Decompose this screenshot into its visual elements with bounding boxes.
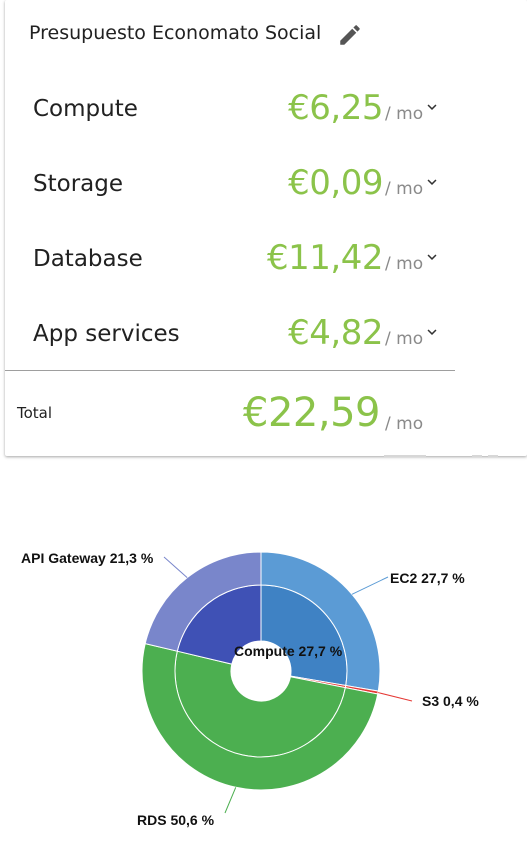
chart-label-rds: RDS 50,6 % <box>137 812 215 828</box>
cost-row-storage[interactable]: Storage €0,09 / mo <box>5 161 455 221</box>
budget-card: Presupuesto Economato Social Compute €6,… <box>5 0 527 456</box>
chart-label-ec2: EC2 27,7 % <box>390 570 465 586</box>
divider <box>488 455 498 457</box>
row-price: €0,09 <box>288 163 383 203</box>
row-price: €11,42 <box>267 238 383 278</box>
total-label: Total <box>17 404 53 422</box>
total-unit: / mo <box>385 414 424 434</box>
divider <box>5 370 455 371</box>
cost-row-database[interactable]: Database €11,42 / mo <box>5 236 455 296</box>
chart-label-api-gateway: API Gateway 21,3 % <box>21 550 154 566</box>
row-label: Compute <box>33 96 138 122</box>
chevron-down-icon[interactable] <box>423 98 441 116</box>
cost-row-compute[interactable]: Compute €6,25 / mo <box>5 86 455 146</box>
row-price: €6,25 <box>288 88 383 128</box>
leader-line-s3 <box>377 692 413 702</box>
chart-label-s3: S3 0,4 % <box>422 693 479 709</box>
pencil-icon[interactable] <box>337 22 363 48</box>
divider <box>472 455 482 457</box>
row-unit: / mo <box>385 104 424 124</box>
cost-row-app-services[interactable]: App services €4,82 / mo <box>5 311 455 371</box>
row-unit: / mo <box>385 329 424 349</box>
chevron-down-icon[interactable] <box>423 323 441 341</box>
row-unit: / mo <box>385 179 424 199</box>
leader-line-api-gateway <box>163 556 188 579</box>
divider <box>384 455 426 457</box>
row-price: €4,82 <box>288 313 383 353</box>
row-unit: / mo <box>385 254 424 274</box>
chart-center-label: Compute 27,7 % <box>234 643 343 659</box>
total-price: €22,59 <box>243 390 380 436</box>
row-label: Database <box>33 246 143 272</box>
leader-line-ec2 <box>351 576 389 595</box>
cost-breakdown-sunburst-chart: Compute 27,7 % EC2 27,7 % S3 0,4 % RDS 5… <box>21 550 479 828</box>
row-label: App services <box>33 321 180 347</box>
chevron-down-icon[interactable] <box>423 173 441 191</box>
chevron-down-icon[interactable] <box>423 248 441 266</box>
leader-line-rds <box>224 787 237 814</box>
row-label: Storage <box>33 171 123 197</box>
page-title: Presupuesto Economato Social <box>29 22 322 44</box>
